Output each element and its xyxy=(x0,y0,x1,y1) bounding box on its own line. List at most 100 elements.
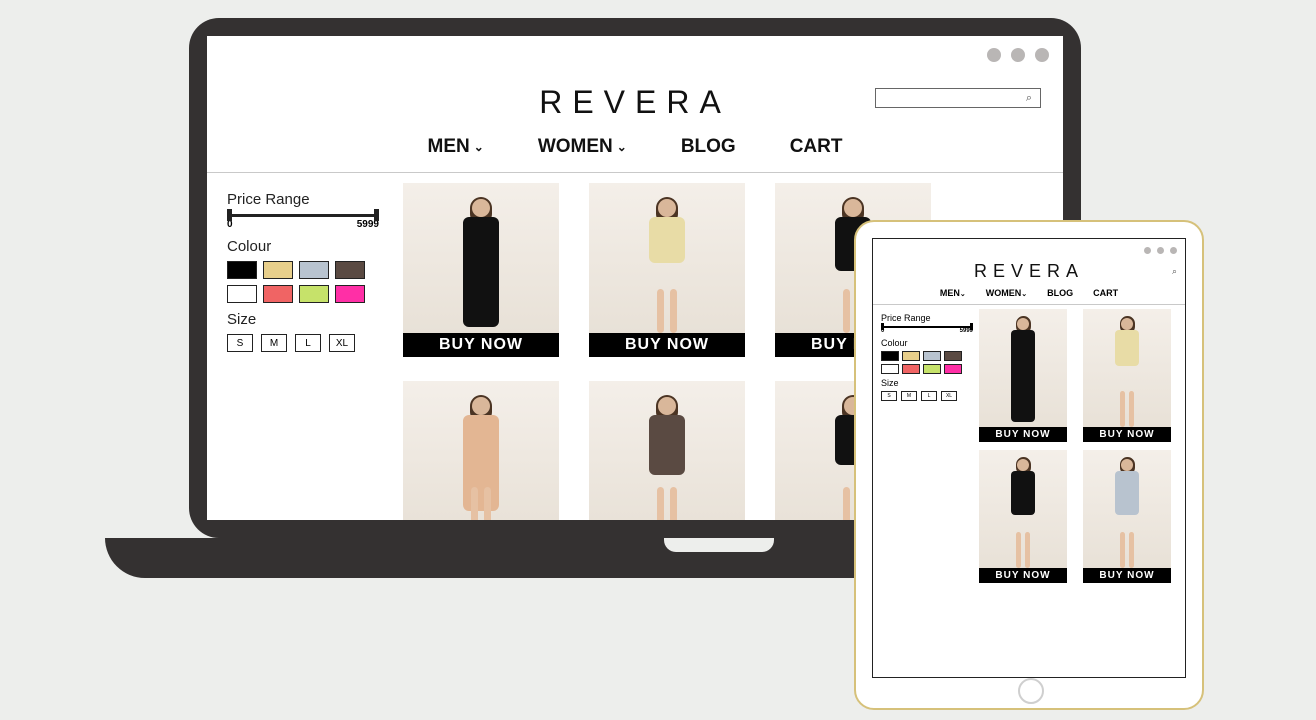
content-area: Price Range 0 5999 Colour Size SMLXL BUY… xyxy=(873,305,1185,583)
colour-swatch[interactable] xyxy=(263,285,293,303)
product-image xyxy=(979,450,1067,568)
laptop-notch xyxy=(664,538,774,552)
size-option[interactable]: XL xyxy=(329,334,355,352)
colour-swatch[interactable] xyxy=(227,285,257,303)
chevron-down-icon: ⌄ xyxy=(474,140,484,154)
size-option[interactable]: S xyxy=(881,391,897,401)
window-dot[interactable] xyxy=(1157,247,1164,254)
buy-now-button[interactable]: BUY NOW xyxy=(403,333,559,357)
product-card[interactable]: BUY NOW xyxy=(1083,309,1171,442)
nav-blog[interactable]: BLOG xyxy=(681,136,736,158)
browser-window-controls xyxy=(207,36,1063,74)
slider-handle-max[interactable] xyxy=(970,323,973,330)
nav-blog[interactable]: BLOG xyxy=(1047,288,1073,298)
nav-label: WOMEN xyxy=(986,288,1022,298)
product-image xyxy=(589,183,745,333)
nav-men[interactable]: MEN⌄ xyxy=(940,288,966,298)
filter-price-label: Price Range xyxy=(881,313,973,323)
colour-swatch[interactable] xyxy=(335,261,365,279)
colour-swatches xyxy=(227,261,379,303)
nav-men[interactable]: MEN ⌄ xyxy=(428,136,484,158)
size-option[interactable]: L xyxy=(921,391,937,401)
nav-women[interactable]: WOMEN⌄ xyxy=(538,136,627,158)
browser-window-controls xyxy=(873,239,1185,261)
tablet-mockup: REVERA ⌕ MEN⌄ WOMEN⌄ BLOG CART Price Ran… xyxy=(854,220,1204,710)
window-dot[interactable] xyxy=(987,48,1001,62)
size-options: SML XL xyxy=(881,391,973,401)
filter-size-label: Size xyxy=(227,311,379,328)
size-option[interactable]: S xyxy=(227,334,253,352)
colour-swatch[interactable] xyxy=(299,285,329,303)
primary-nav: MEN⌄ WOMEN⌄ BLOG CART xyxy=(873,282,1185,304)
colour-swatch[interactable] xyxy=(263,261,293,279)
buy-now-button[interactable]: BUY NOW xyxy=(589,333,745,357)
product-image xyxy=(1083,309,1171,427)
brand-logo[interactable]: REVERA xyxy=(539,84,731,121)
product-card[interactable]: BUY NOW xyxy=(403,183,559,357)
filter-price-label: Price Range xyxy=(227,191,379,208)
primary-nav: MEN ⌄ WOMEN⌄ BLOG CART xyxy=(207,130,1063,172)
colour-swatch[interactable] xyxy=(881,364,899,374)
window-dot[interactable] xyxy=(1144,247,1151,254)
tablet-browser: REVERA ⌕ MEN⌄ WOMEN⌄ BLOG CART Price Ran… xyxy=(872,238,1186,678)
chevron-down-icon: ⌄ xyxy=(617,140,627,154)
colour-swatch[interactable] xyxy=(299,261,329,279)
colour-swatch[interactable] xyxy=(944,351,962,361)
product-image xyxy=(403,381,559,520)
product-card[interactable] xyxy=(403,381,559,520)
product-card[interactable] xyxy=(589,381,745,520)
size-option[interactable]: M xyxy=(901,391,917,401)
filters-sidebar: Price Range 0 5999 Colour Size SML XL xyxy=(227,183,397,520)
price-values: 0 5999 xyxy=(881,328,973,334)
size-option[interactable]: L xyxy=(295,334,321,352)
colour-swatch[interactable] xyxy=(902,351,920,361)
colour-swatch[interactable] xyxy=(923,351,941,361)
nav-label: MEN xyxy=(428,136,470,158)
colour-swatch[interactable] xyxy=(227,261,257,279)
brand-logo[interactable]: REVERA xyxy=(974,261,1084,282)
product-image xyxy=(589,381,745,520)
price-values: 0 5999 xyxy=(227,219,379,230)
product-card[interactable]: BUY NOW xyxy=(589,183,745,357)
price-slider[interactable] xyxy=(881,326,973,328)
buy-now-button[interactable]: BUY NOW xyxy=(979,427,1067,442)
filter-colour-label: Colour xyxy=(227,238,379,255)
nav-cart[interactable]: CART xyxy=(790,136,843,158)
product-card[interactable]: BUY NOW xyxy=(979,309,1067,442)
slider-handle-min[interactable] xyxy=(227,209,232,221)
colour-swatch[interactable] xyxy=(335,285,365,303)
product-image xyxy=(1083,450,1171,568)
product-card[interactable]: BUY NOW xyxy=(1083,450,1171,583)
product-grid: BUY NOW BUY NOW BUY NOW BUY NOW xyxy=(973,309,1179,583)
search-input[interactable]: ⌕ xyxy=(875,88,1041,108)
price-slider[interactable] xyxy=(227,214,379,217)
buy-now-button[interactable]: BUY NOW xyxy=(1083,568,1171,583)
nav-women[interactable]: WOMEN⌄ xyxy=(986,288,1027,298)
buy-now-button[interactable]: BUY NOW xyxy=(979,568,1067,583)
filters-sidebar: Price Range 0 5999 Colour Size SMLXL xyxy=(881,309,973,583)
tablet-home-button[interactable] xyxy=(1018,678,1044,704)
nav-label: MEN xyxy=(940,288,960,298)
slider-handle-max[interactable] xyxy=(374,209,379,221)
slider-handle-min[interactable] xyxy=(881,323,884,330)
colour-swatch[interactable] xyxy=(923,364,941,374)
colour-swatches xyxy=(881,351,973,374)
size-option[interactable]: XL xyxy=(941,391,957,401)
filter-size-label: Size xyxy=(881,378,973,388)
window-dot[interactable] xyxy=(1035,48,1049,62)
buy-now-button[interactable]: BUY NOW xyxy=(1083,427,1171,442)
header: REVERA ⌕ xyxy=(873,261,1185,282)
product-image xyxy=(979,309,1067,427)
colour-swatch[interactable] xyxy=(902,364,920,374)
product-card[interactable]: BUY NOW xyxy=(979,450,1067,583)
nav-cart[interactable]: CART xyxy=(1093,288,1118,298)
window-dot[interactable] xyxy=(1170,247,1177,254)
colour-swatch[interactable] xyxy=(944,364,962,374)
search-icon[interactable]: ⌕ xyxy=(1172,266,1177,277)
window-dot[interactable] xyxy=(1011,48,1025,62)
header: REVERA ⌕ xyxy=(207,74,1063,130)
colour-swatch[interactable] xyxy=(881,351,899,361)
search-icon: ⌕ xyxy=(1026,92,1032,105)
size-option[interactable]: M xyxy=(261,334,287,352)
product-image xyxy=(403,183,559,333)
